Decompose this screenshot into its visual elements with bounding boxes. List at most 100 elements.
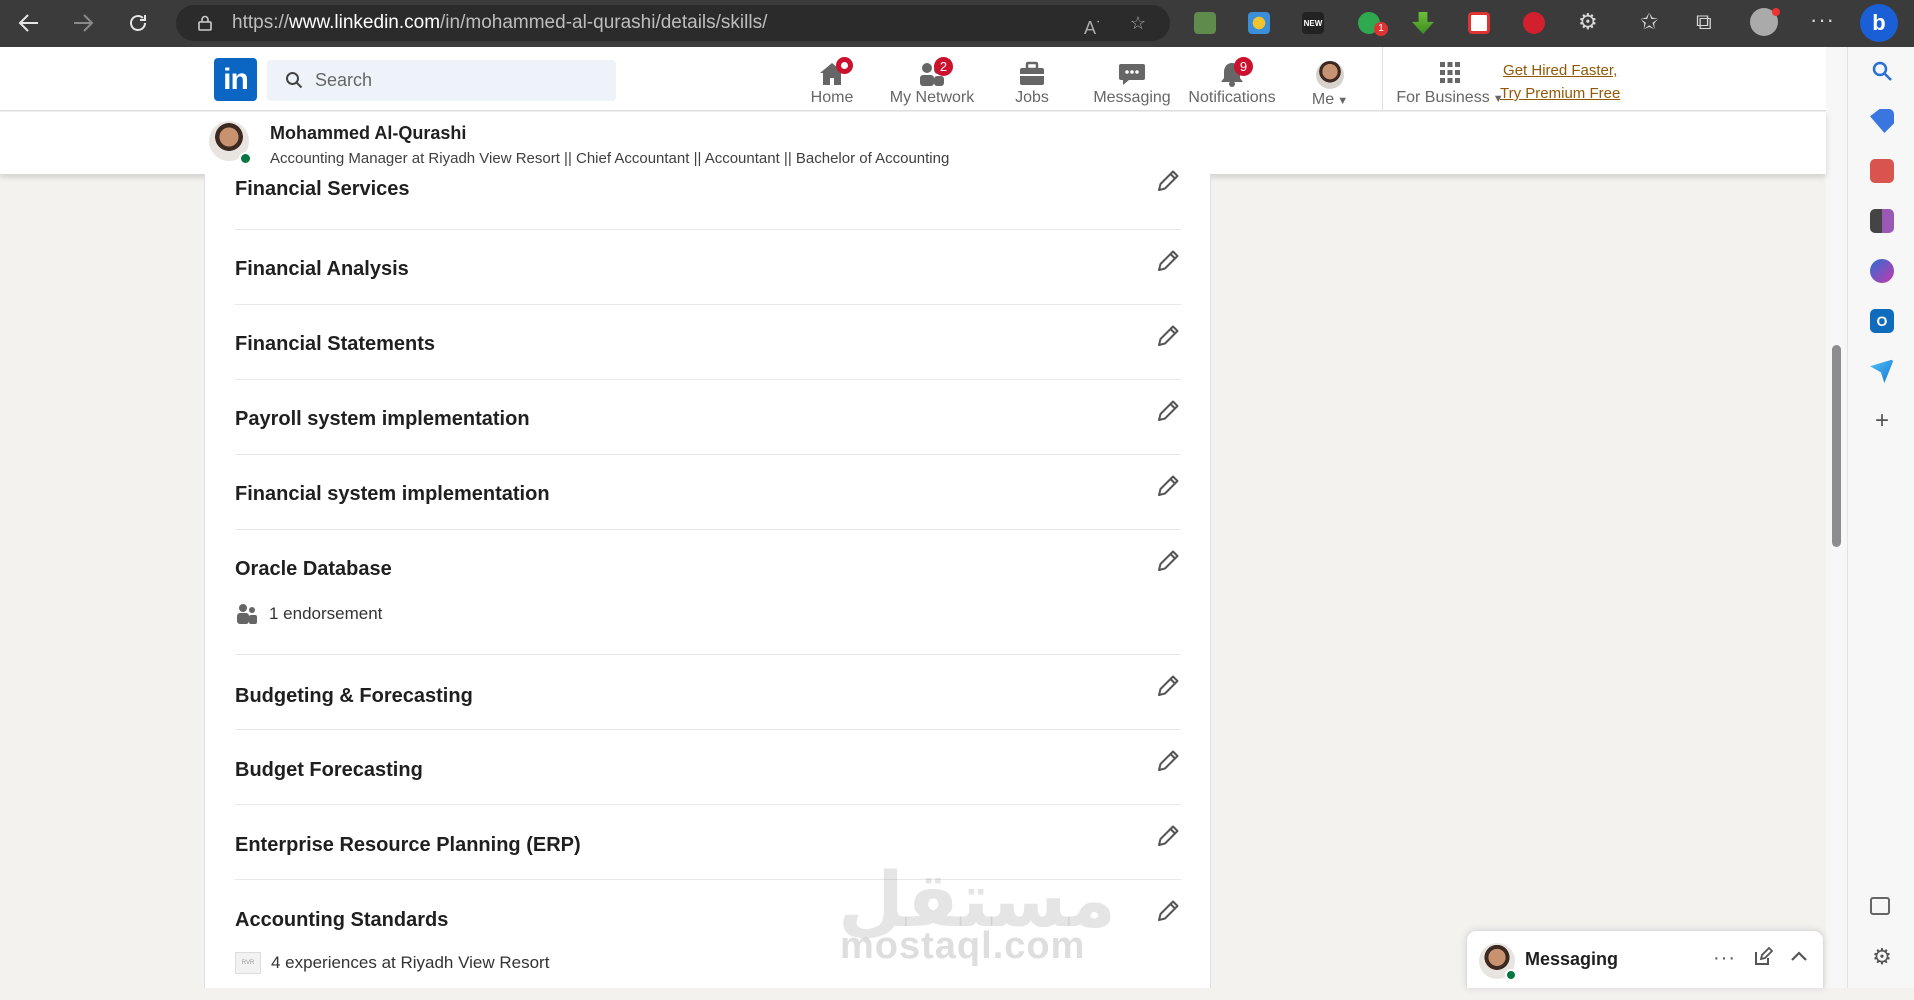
address-bar[interactable]: https://www.linkedin.com/in/mohammed-al-… <box>176 5 1170 41</box>
edit-pencil-icon[interactable] <box>1155 748 1181 774</box>
skill-name[interactable]: Accounting Standards <box>235 909 448 932</box>
microsoft-365-icon[interactable] <box>1870 259 1894 283</box>
extension-badge: 1 <box>1374 22 1388 36</box>
skill-item: Financial Statements <box>235 305 1181 380</box>
arrow-right-icon <box>74 14 94 32</box>
lock-icon <box>198 15 212 31</box>
edit-pencil-icon[interactable] <box>1155 823 1181 849</box>
drop-send-icon[interactable] <box>1870 359 1894 383</box>
home-notification-dot <box>836 57 853 74</box>
extension-red-circle-icon[interactable] <box>1523 12 1545 34</box>
nav-for-business-label: For Business <box>1396 89 1490 106</box>
profile-name[interactable]: Mohammed Al-Qurashi <box>270 123 466 144</box>
logo-text: in <box>223 62 249 96</box>
skill-name[interactable]: Financial Services <box>235 178 410 201</box>
nav-notifications-label: Notifications <box>1188 89 1276 106</box>
extension-green-icon[interactable]: 1 <box>1358 12 1388 36</box>
collections-icon[interactable]: ⧉ <box>1696 9 1712 35</box>
edit-pencil-icon[interactable] <box>1155 168 1181 194</box>
settings-gear-icon[interactable]: ⚙ <box>1870 945 1894 969</box>
premium-line-1: Get Hired Faster, <box>1503 62 1618 79</box>
extension-new-label: NEW <box>1303 18 1323 28</box>
sidebar-toggle-icon[interactable] <box>1870 897 1890 915</box>
search-input[interactable]: Search <box>267 60 616 101</box>
home-icon <box>817 57 853 87</box>
nav-me-label: Me <box>1311 91 1335 108</box>
edit-pencil-icon[interactable] <box>1155 248 1181 274</box>
extensions-puzzle-icon[interactable]: ⚙ <box>1578 9 1598 35</box>
tools-briefcase-icon[interactable] <box>1870 159 1894 183</box>
favorites-icon[interactable]: ✩ <box>1640 9 1658 35</box>
people-icon <box>237 604 257 624</box>
skill-name[interactable]: Oracle Database <box>235 558 392 581</box>
skill-item: Oracle Database 1 endorsement <box>235 530 1181 655</box>
nav-notifications[interactable]: 9 Notifications <box>1182 55 1282 111</box>
nav-for-business[interactable]: For Business ▼ <box>1394 55 1506 111</box>
nav-my-network[interactable]: 2 My Network <box>882 55 982 111</box>
games-icon[interactable] <box>1870 209 1894 233</box>
skill-detail-text: 4 experiences at Riyadh View Resort <box>271 953 550 972</box>
edit-pencil-icon[interactable] <box>1155 323 1181 349</box>
premium-upsell-link[interactable]: Get Hired Faster, Try Premium Free <box>1500 59 1620 105</box>
nav-jobs[interactable]: Jobs <box>982 55 1082 111</box>
skill-detail[interactable]: RVR 4 experiences at Riyadh View Resort <box>235 952 549 974</box>
avatar <box>1316 61 1344 89</box>
bing-copilot-icon[interactable]: b <box>1860 4 1898 42</box>
skill-name[interactable]: Payroll system implementation <box>235 408 530 431</box>
add-icon[interactable]: + <box>1870 409 1894 433</box>
watermark-latin: mostaql.com <box>840 925 1086 967</box>
skill-item: Budgeting & Forecasting <box>235 655 1181 730</box>
edit-pencil-icon[interactable] <box>1155 673 1181 699</box>
skill-item: Financial Services <box>235 168 1181 230</box>
read-aloud-icon[interactable]: Aᐧ <box>1084 13 1100 39</box>
back-button[interactable] <box>6 3 52 43</box>
skill-item: Budget Forecasting <box>235 730 1181 805</box>
skill-name[interactable]: Budgeting & Forecasting <box>235 685 473 708</box>
skill-item: Financial Analysis <box>235 230 1181 305</box>
edit-pencil-icon[interactable] <box>1155 898 1181 924</box>
nav-jobs-label: Jobs <box>1015 89 1049 106</box>
more-options-icon[interactable]: ··· <box>1810 7 1835 33</box>
arrow-left-icon <box>18 14 38 32</box>
reload-icon <box>130 15 146 31</box>
search-icon[interactable] <box>1870 59 1894 83</box>
skill-name[interactable]: Budget Forecasting <box>235 759 423 782</box>
reload-button[interactable] <box>115 3 161 43</box>
extension-new-icon[interactable]: NEW <box>1302 12 1324 34</box>
extension-red-square-icon[interactable] <box>1468 12 1490 34</box>
skill-name[interactable]: Financial Statements <box>235 333 435 356</box>
url-host: www.linkedin.com <box>289 12 441 33</box>
search-icon <box>286 72 303 89</box>
edge-sidebar: O + ⚙ <box>1847 47 1914 988</box>
edit-pencil-icon[interactable] <box>1155 398 1181 424</box>
nav-me[interactable]: Me ▼ <box>1280 55 1380 111</box>
download-arrow-icon[interactable] <box>1412 12 1434 34</box>
nav-home[interactable]: Home <box>782 55 882 111</box>
skill-name[interactable]: Financial system implementation <box>235 483 550 506</box>
compose-icon[interactable] <box>1753 946 1774 973</box>
forward-button[interactable] <box>60 3 106 43</box>
chat-bubble-icon <box>1117 61 1147 87</box>
premium-line-2: Try Premium Free <box>1500 85 1621 102</box>
outlook-icon[interactable]: O <box>1870 309 1894 333</box>
shopping-tag-icon[interactable] <box>1870 109 1894 133</box>
caret-down-icon: ▼ <box>1334 95 1349 107</box>
add-favorite-icon[interactable]: ☆ <box>1130 13 1146 39</box>
people-icon: 2 <box>917 57 953 87</box>
messaging-overlay[interactable]: Messaging ··· <box>1466 930 1824 988</box>
extension-folder-icon[interactable] <box>1194 12 1216 34</box>
nav-messaging[interactable]: Messaging <box>1082 55 1182 111</box>
extension-globe-icon[interactable] <box>1248 12 1270 34</box>
profile-alert-dot <box>1772 8 1780 16</box>
skill-name[interactable]: Financial Analysis <box>235 258 409 281</box>
linkedin-logo[interactable]: in <box>214 58 257 101</box>
skill-detail[interactable]: 1 endorsement <box>235 602 382 626</box>
scrollbar-thumb[interactable] <box>1832 345 1841 547</box>
url-path: /in/mohammed-al-qurashi/details/skills/ <box>440 12 768 33</box>
more-options-icon[interactable]: ··· <box>1713 947 1736 970</box>
briefcase-icon <box>1017 61 1047 87</box>
chevron-up-icon[interactable] <box>1789 947 1809 973</box>
edit-pencil-icon[interactable] <box>1155 548 1181 574</box>
skill-name[interactable]: Enterprise Resource Planning (ERP) <box>235 834 581 857</box>
edit-pencil-icon[interactable] <box>1155 473 1181 499</box>
